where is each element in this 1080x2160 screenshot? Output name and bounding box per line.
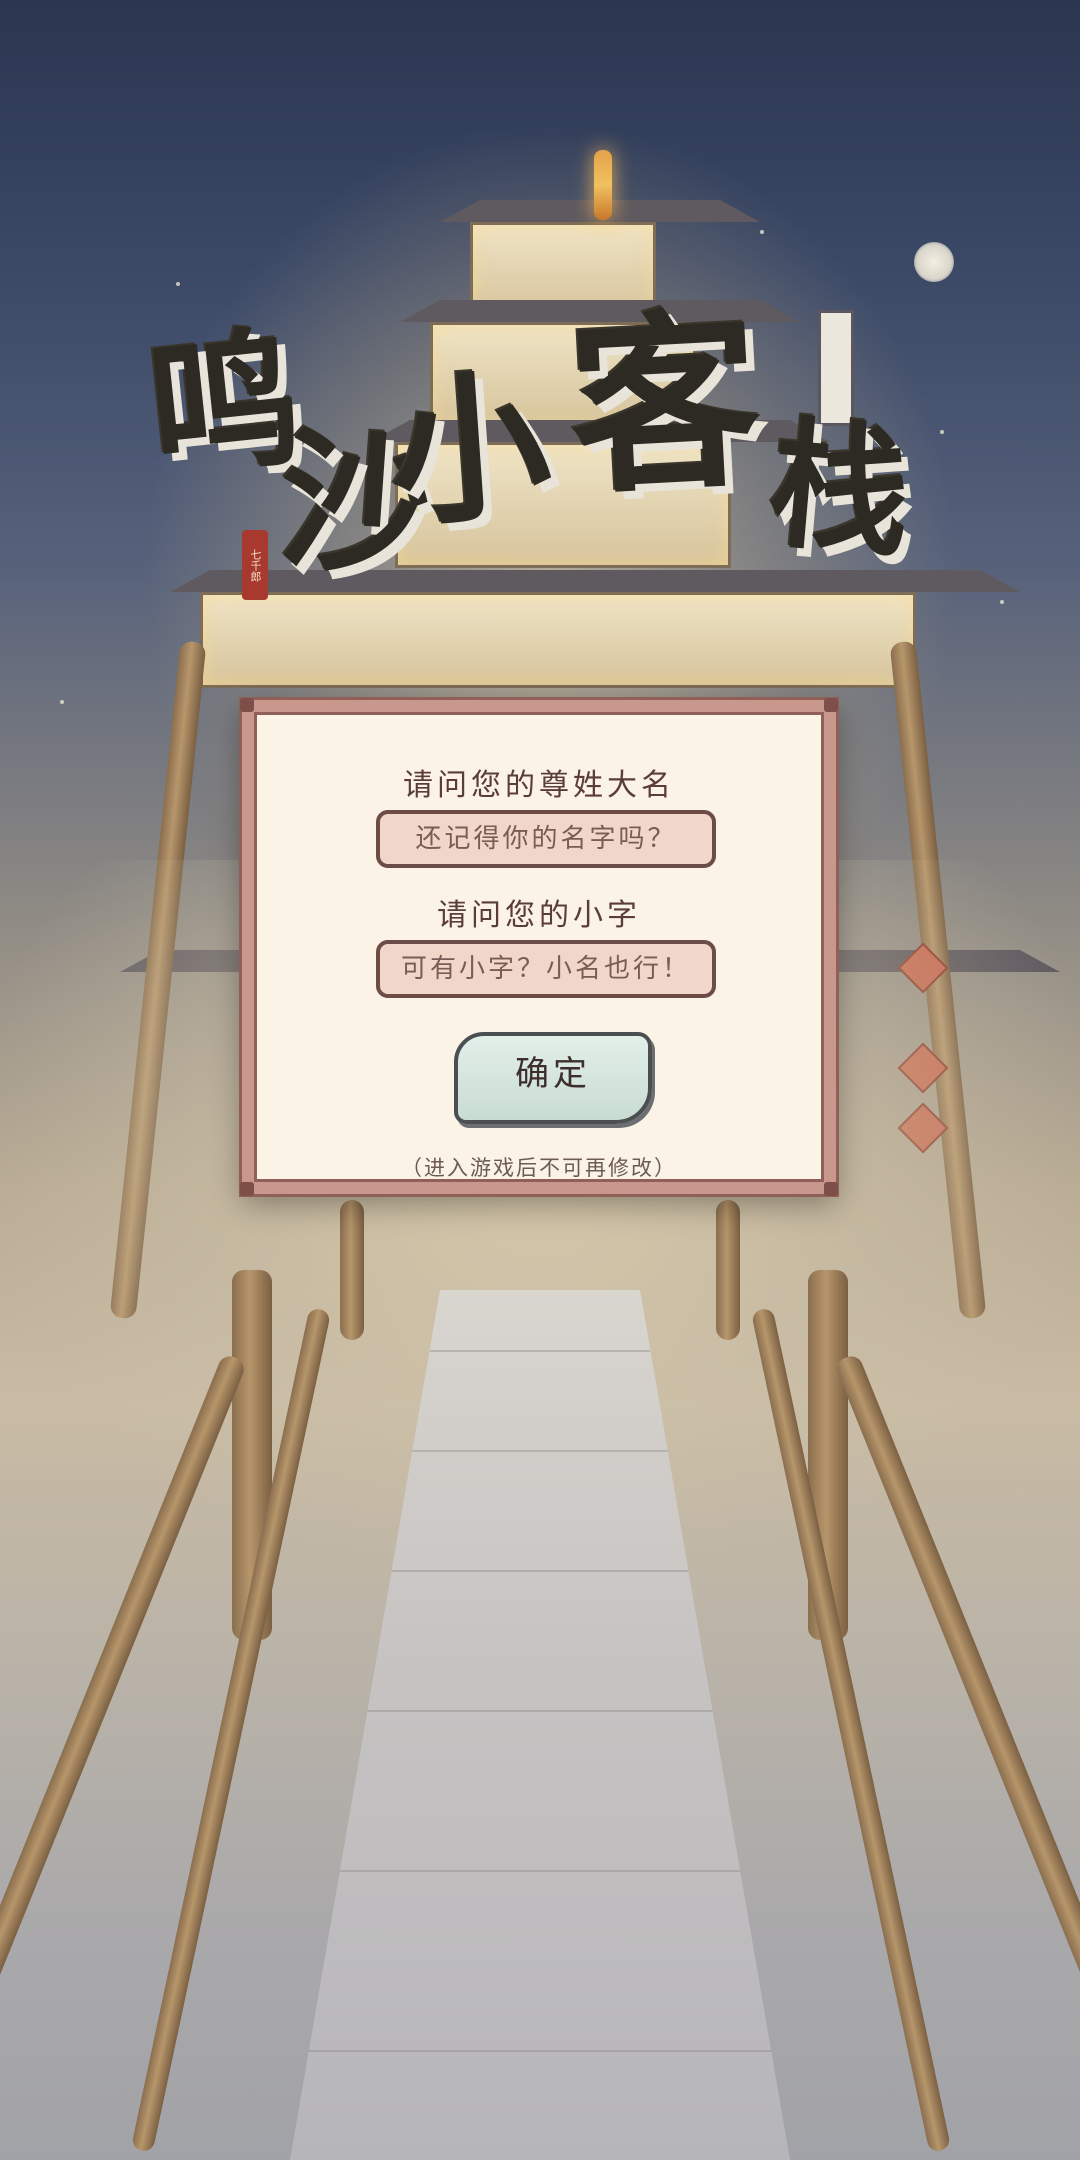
surname-input[interactable]: 还记得你的名字吗？ — [376, 810, 716, 868]
dialog-corner — [240, 1182, 254, 1196]
confirm-button[interactable]: 确定 — [454, 1032, 652, 1124]
surname-label: 请问您的尊姓大名 — [403, 768, 675, 803]
plank-line — [360, 1710, 720, 1712]
star — [760, 230, 764, 234]
star — [1000, 600, 1004, 604]
star — [60, 700, 64, 704]
game-title-logo: 鸣 沙 小 客 栈 — [141, 288, 950, 630]
game-scene: 鸣 沙 小 客 栈 七千郎 请问您的尊姓大名 还记得你的名字吗？ 请问您的小字 … — [0, 0, 1080, 2160]
red-seal-stamp: 七千郎 — [242, 530, 268, 600]
bridge-post — [716, 1200, 740, 1340]
plank-line — [300, 2050, 780, 2052]
nickname-label: 请问您的小字 — [437, 898, 641, 933]
name-entry-dialog: 请问您的尊姓大名 还记得你的名字吗？ 请问您的小字 可有小字？小名也行！ 确定 … — [240, 698, 838, 1196]
lantern — [594, 150, 612, 220]
title-char: 栈 — [763, 402, 917, 578]
moon — [914, 242, 954, 282]
no-change-note: （进入游戏后不可再修改） — [401, 1156, 677, 1180]
plank-line — [410, 1450, 670, 1452]
title-char: 客 — [564, 288, 766, 521]
title-char: 小 — [383, 350, 557, 550]
dialog-corner — [824, 1182, 838, 1196]
nickname-input[interactable]: 可有小字？小名也行！ — [376, 940, 716, 998]
plank-line — [390, 1570, 690, 1572]
dialog-corner — [824, 698, 838, 712]
bridge-post — [340, 1200, 364, 1340]
plank-line — [330, 1870, 750, 1872]
plank-line — [430, 1350, 650, 1352]
star — [176, 282, 180, 286]
dialog-corner — [240, 698, 254, 712]
